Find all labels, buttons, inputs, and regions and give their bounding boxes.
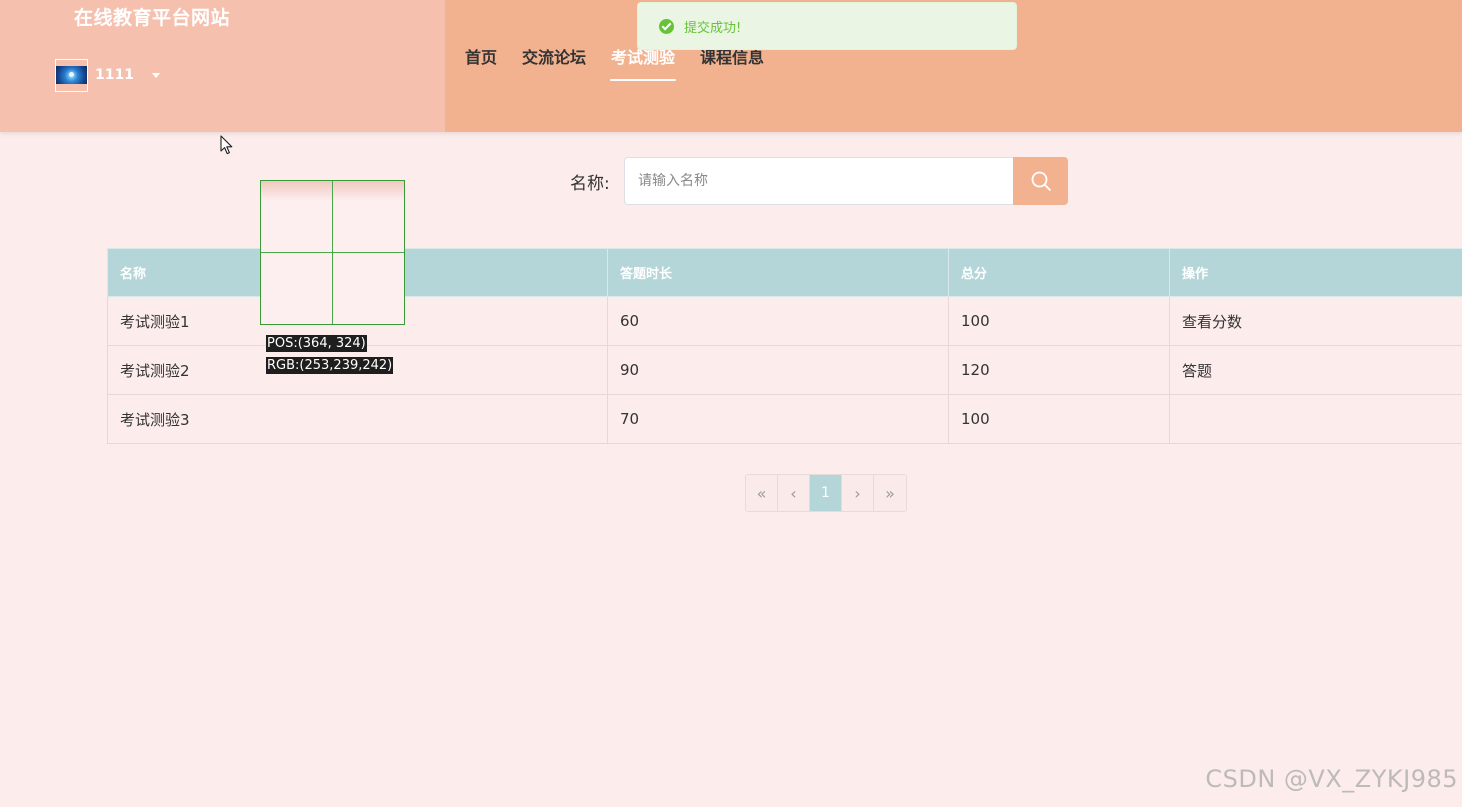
avatar[interactable] — [55, 58, 88, 92]
prev-page-button[interactable]: ‹ — [778, 475, 810, 511]
first-page-button[interactable]: « — [746, 475, 778, 511]
user-dropdown[interactable]: 1111 — [55, 58, 160, 92]
watermark: CSDN @VX_ZYKJ985 — [1205, 765, 1458, 793]
mouse-pointer-icon — [220, 135, 233, 155]
nav-item-home[interactable]: 首页 — [465, 44, 497, 81]
search-label: 名称: — [570, 174, 610, 194]
search-button[interactable] — [1013, 157, 1068, 205]
cell-duration: 70 — [607, 394, 949, 444]
avatar-image — [56, 66, 87, 84]
crosshair-horizontal — [261, 252, 404, 253]
pos-readout: POS:(364, 324) — [266, 335, 367, 352]
toast-message: 提交成功! — [684, 20, 742, 36]
page-1-button[interactable]: 1 — [810, 475, 842, 511]
cell-action-empty — [1169, 394, 1462, 444]
brand-block: 在线教育平台网站 1111 — [0, 0, 445, 132]
color-picker-magnifier — [260, 180, 405, 325]
nav-item-forum[interactable]: 交流论坛 — [522, 44, 586, 81]
username: 1111 — [95, 67, 134, 83]
cell-duration: 90 — [607, 345, 949, 395]
table-row: 考试测验3 70 100 — [107, 394, 1462, 444]
site-title: 在线教育平台网站 — [74, 7, 231, 29]
cell-name: 考试测验3 — [107, 394, 608, 444]
column-header-action: 操作 — [1169, 248, 1462, 297]
caret-down-icon[interactable] — [151, 72, 160, 78]
search-input[interactable] — [624, 157, 1013, 205]
view-score-link[interactable]: 查看分数 — [1169, 296, 1462, 346]
column-header-duration: 答题时长 — [607, 248, 949, 297]
answer-link[interactable]: 答题 — [1169, 345, 1462, 395]
pagination: « ‹ 1 › » — [745, 474, 907, 512]
last-page-button[interactable]: » — [874, 475, 906, 511]
search-icon — [1031, 171, 1051, 191]
next-page-button[interactable]: › — [842, 475, 874, 511]
color-picker-readout: POS:(364, 324) RGB:(253,239,242) — [266, 332, 394, 376]
check-circle-icon — [659, 18, 674, 34]
cell-duration: 60 — [607, 296, 949, 346]
cell-score: 100 — [948, 394, 1170, 444]
column-header-score: 总分 — [948, 248, 1170, 297]
success-toast: 提交成功! — [637, 2, 1017, 50]
cell-score: 100 — [948, 296, 1170, 346]
rgb-readout: RGB:(253,239,242) — [266, 357, 394, 374]
cell-score: 120 — [948, 345, 1170, 395]
